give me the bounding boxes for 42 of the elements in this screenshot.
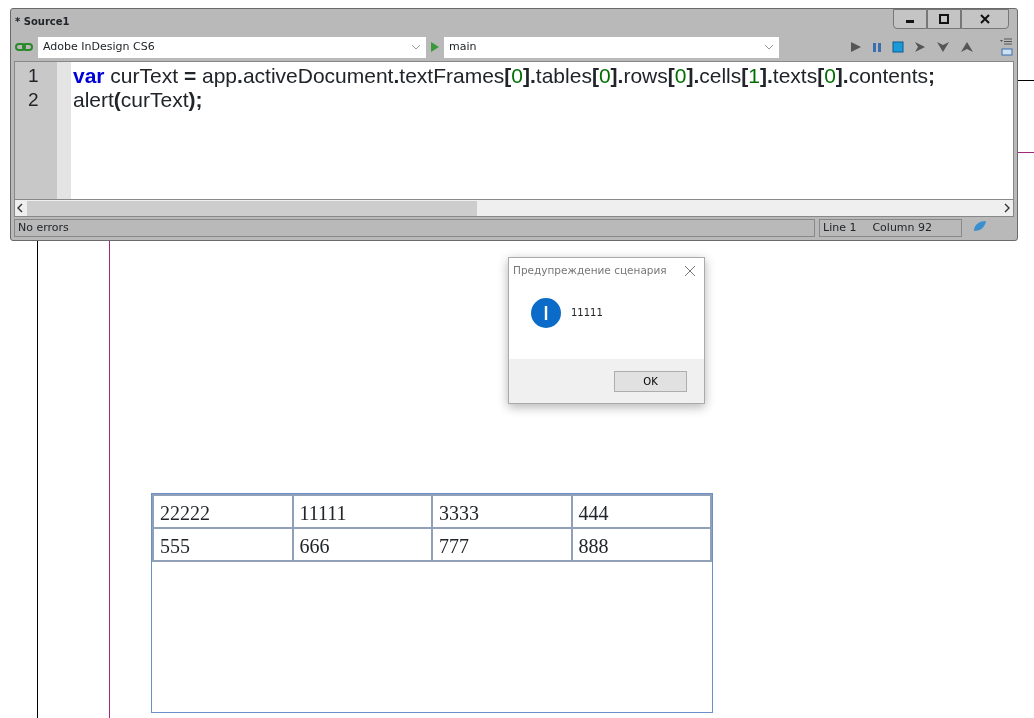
target-dropdown[interactable]: Adobe InDesign CS6 xyxy=(38,36,426,58)
panel-menu-icon[interactable] xyxy=(999,37,1013,57)
stop-icon[interactable] xyxy=(892,41,904,53)
close-icon[interactable] xyxy=(684,264,696,277)
table-cell: 11111 xyxy=(292,495,432,528)
pause-icon[interactable] xyxy=(872,41,882,53)
code-line: alert(curText); xyxy=(73,88,204,112)
table-cell: 3333 xyxy=(432,495,572,528)
maximize-icon xyxy=(939,14,949,24)
table-cell: 777 xyxy=(432,528,572,561)
code-line: var curText = app.activeDocument.textFrames[0].tables[0].rows[0].cells[1].texts[0].contents; xyxy=(73,64,936,88)
ok-button[interactable]: OK xyxy=(614,370,687,392)
chevron-down-icon xyxy=(411,44,421,50)
status-message: No errors xyxy=(14,219,815,237)
line-indicator: Line 1 xyxy=(823,219,857,236)
table-cell: 555 xyxy=(153,528,293,561)
line-number: 2 xyxy=(27,88,40,112)
window-title: * Source1 xyxy=(15,14,70,29)
table-cell: 888 xyxy=(571,528,711,561)
status-icon xyxy=(972,219,988,233)
info-icon xyxy=(531,297,561,328)
table-cell: 22222 xyxy=(153,495,293,528)
table-cell: 666 xyxy=(292,528,432,561)
table-cell: 444 xyxy=(571,495,711,528)
minimize-button[interactable] xyxy=(893,9,927,29)
maximize-button[interactable] xyxy=(927,9,961,29)
column-indicator: Column 92 xyxy=(872,219,933,236)
horizontal-scrollbar[interactable] xyxy=(14,200,1014,217)
step-over-icon[interactable] xyxy=(914,41,926,53)
function-dropdown[interactable]: main xyxy=(444,36,779,58)
dialog-message: 11111 xyxy=(571,306,603,321)
dialog-title: Предупреждение сценария xyxy=(513,263,667,278)
line-number: 1 xyxy=(27,64,40,88)
close-icon xyxy=(980,14,990,24)
scrollbar-thumb[interactable] xyxy=(27,200,477,216)
code-editor[interactable]: 1 2 var curText = app.activeDocument.textFrames[0].tables[0].rows[0].cells[1].texts[0].contents; alert(curText); xyxy=(14,61,1014,200)
step-into-icon[interactable] xyxy=(936,41,950,53)
chevron-down-icon xyxy=(764,44,774,50)
close-button[interactable] xyxy=(961,9,1009,29)
chain-link-icon[interactable] xyxy=(15,42,33,52)
step-out-icon[interactable] xyxy=(960,41,974,53)
play-icon[interactable] xyxy=(850,41,862,53)
